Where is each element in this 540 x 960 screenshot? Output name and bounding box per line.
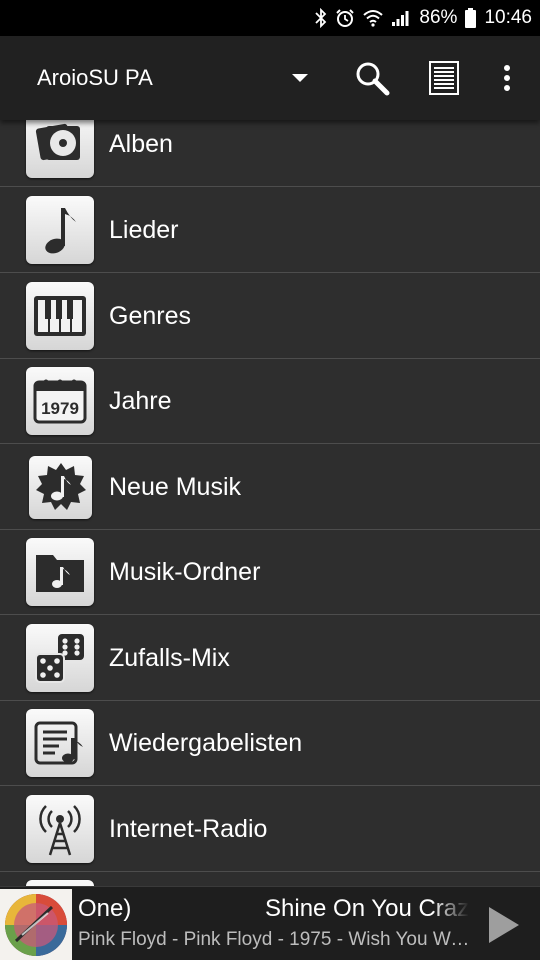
search-button[interactable] [350,56,394,100]
menu-item-jahre[interactable]: 1979 Jahre [0,359,540,444]
clock: 10:46 [484,7,532,28]
music-folder-icon [36,555,84,592]
internet-radio-tile [26,795,94,863]
radio-tower-icon [39,805,81,856]
piano-keys-icon [34,296,86,336]
playlists-tile [26,709,94,777]
now-playing-title: Shine On You Crazy Diamond [265,895,469,922]
now-playing-title-fragment: One) [78,895,132,922]
calendar-year-text: 1979 [41,399,79,418]
home-menu-list[interactable]: Alben Lieder Genres 1979 Jahre Neue Musi… [0,120,540,886]
signal-icon [392,11,409,26]
search-icon [356,62,390,96]
wifi-icon [363,10,384,27]
menu-item-label: Internet-Radio [109,814,268,843]
player-name: AroioSU PA [37,65,153,90]
app-bar: AroioSU PA [0,36,540,120]
album-cover-art [0,889,72,960]
menu-item-wiedergabelisten[interactable]: Wiedergabelisten [0,701,540,786]
songs-tile [26,196,94,264]
menu-item-label: Alben [109,129,173,158]
play-icon[interactable] [486,905,522,945]
menu-item-genres[interactable]: Genres [0,274,540,359]
menu-item-internet-radio[interactable]: Internet-Radio [0,787,540,872]
music-note-icon [45,208,76,254]
menu-item-musik-ordner[interactable]: Musik-Ordner [0,530,540,615]
menu-item-label: Lieder [109,215,179,244]
now-playing-bar[interactable]: One) Shine On You Crazy Diamond Pink Flo… [0,886,540,960]
menu-item-lieder[interactable]: Lieder [0,188,540,273]
menu-item-alben[interactable]: Alben [0,120,540,187]
now-playing-subtitle: Pink Floyd - Pink Floyd - 1975 - Wish Yo… [78,929,470,950]
menu-item-label: Neue Musik [109,472,241,501]
battery-icon [465,8,477,28]
album-icon [35,123,80,161]
status-bar: 86% 10:46 [0,0,540,36]
dropdown-caret-icon[interactable] [292,74,308,82]
menu-item-label: Jahre [109,386,172,415]
years-tile: 1979 [26,367,94,435]
genres-tile [26,282,94,350]
bluetooth-icon [315,8,327,28]
album-cover [0,889,72,960]
overflow-menu-icon [504,65,510,91]
random-mix-tile [26,624,94,692]
alarm-icon [336,9,355,27]
menu-item-neue-musik[interactable]: Neue Musik [0,445,540,530]
album-tile [26,120,94,178]
player-selector[interactable]: AroioSU PA [0,36,330,120]
menu-item-label: Zufalls-Mix [109,643,230,672]
menu-item-label: Genres [109,301,191,330]
queue-button[interactable] [422,56,466,100]
new-music-badge-icon [35,463,86,510]
calendar-year-icon: 1979 [33,379,87,424]
overflow-menu-button[interactable] [485,56,529,100]
queue-list-icon [429,61,459,95]
playlist-icon [34,721,83,765]
battery-percent: 86% [419,7,458,28]
menu-item-label: Musik-Ordner [109,557,261,586]
menu-item-zufalls-mix[interactable]: Zufalls-Mix [0,616,540,701]
dice-icon [35,634,84,683]
menu-item-partial[interactable] [0,872,540,886]
music-folder-tile [26,538,94,606]
new-music-tile [29,455,92,519]
menu-item-label: Wiedergabelisten [109,728,303,757]
